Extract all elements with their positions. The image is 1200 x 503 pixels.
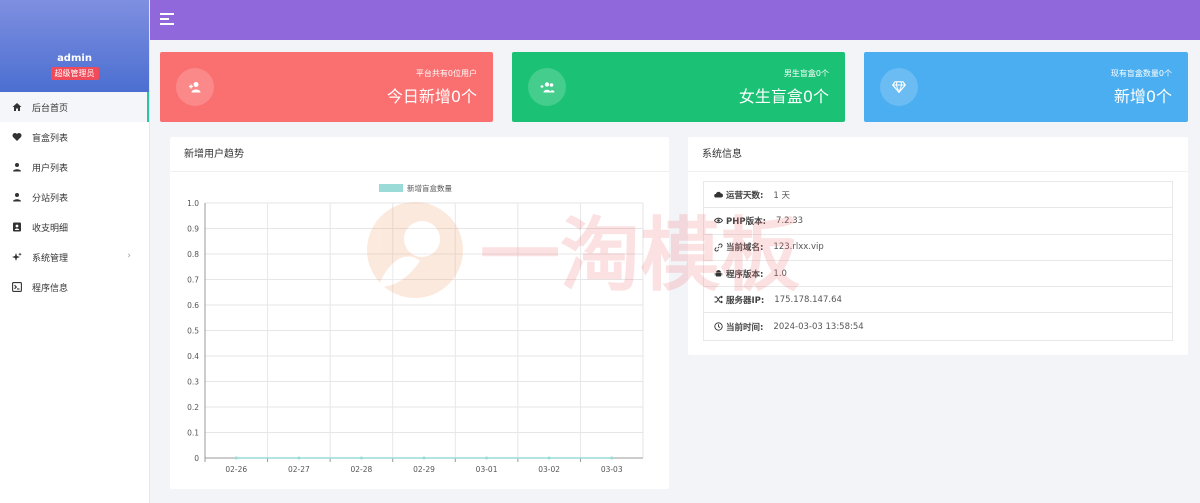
stat-card-caption: 男生盲盒0个 bbox=[783, 69, 829, 78]
info-value: 1.0 bbox=[773, 268, 787, 279]
sidebar-item-label: 用户列表 bbox=[32, 163, 69, 174]
info-label: 程序版本: bbox=[726, 269, 764, 280]
system-info-panel: 系统信息 运营天数: 1 天 PHP版本: 7.2.33 当前域名: 123.r… bbox=[688, 137, 1188, 355]
user-trend-panel: 新增用户趋势 0 0.1 0.2 0.3 0.4 0.5 0.6 0.7 0.8 0.9 1.0 02… bbox=[170, 137, 669, 489]
x-tick-label: 03-02 bbox=[538, 465, 560, 474]
info-value: 2024-03-03 13:58:54 bbox=[773, 321, 864, 332]
info-row-php-version: PHP版本: 7.2.33 bbox=[704, 208, 1172, 235]
hamburger-icon[interactable] bbox=[160, 13, 174, 25]
sidebar-item-label: 分站列表 bbox=[32, 193, 69, 204]
series-point bbox=[485, 456, 489, 460]
contact-card-icon bbox=[12, 222, 22, 232]
stat-card-new-users: 平台共有0位用户 今日新增0个 bbox=[160, 52, 493, 122]
system-info-table: 运营天数: 1 天 PHP版本: 7.2.33 当前域名: 123.rlxx.v… bbox=[703, 181, 1173, 341]
stat-card-caption: 平台共有0位用户 bbox=[415, 69, 477, 78]
y-tick-label: 0.4 bbox=[187, 352, 199, 361]
info-row-program-version: 程序版本: 1.0 bbox=[704, 261, 1172, 288]
series-point bbox=[610, 456, 614, 460]
sidebar-item-label: 后台首页 bbox=[32, 103, 69, 114]
y-tick-label: 0.8 bbox=[187, 250, 199, 259]
stat-card-blindbox-gender: 男生盲盒0个 女生盲盒0个 bbox=[512, 52, 845, 122]
sidebar-item-system-management[interactable]: 系统管理 › bbox=[0, 242, 149, 272]
series-point bbox=[297, 456, 301, 460]
y-tick-label: 0.1 bbox=[187, 429, 199, 438]
y-tick-label: 0.2 bbox=[187, 403, 199, 412]
info-row-server-ip: 服务器IP: 175.178.147.64 bbox=[704, 287, 1172, 314]
panel-title: 系统信息 bbox=[688, 137, 1188, 172]
series-point bbox=[547, 456, 551, 460]
sidebar-item-program-info[interactable]: 程序信息 bbox=[0, 272, 149, 302]
sparkle-icon bbox=[12, 252, 22, 262]
stat-card-value: 女生盲盒0个 bbox=[738, 87, 829, 106]
info-value: 1 天 bbox=[773, 190, 791, 201]
heart-icon bbox=[12, 132, 22, 142]
diamond-icon bbox=[880, 68, 918, 106]
sidebar: admin 超级管理员 后台首页 盲盒列表 用户列表 分站列表 收支明细 系统管… bbox=[0, 0, 150, 503]
info-label: 当前时间: bbox=[726, 322, 764, 333]
info-value: 7.2.33 bbox=[775, 215, 804, 226]
series-point bbox=[359, 456, 363, 460]
chevron-right-icon: › bbox=[127, 251, 131, 261]
sidebar-item-label: 收支明细 bbox=[32, 223, 69, 234]
eye-icon bbox=[714, 216, 723, 225]
user-icon bbox=[12, 192, 22, 202]
terminal-icon bbox=[12, 282, 22, 292]
trend-chart: 0 0.1 0.2 0.3 0.4 0.5 0.6 0.7 0.8 0.9 1.0 02-26 02-2… bbox=[187, 183, 644, 474]
stat-card-caption: 现有盲盒数量0个 bbox=[1110, 69, 1172, 78]
x-tick-label: 02-29 bbox=[413, 465, 435, 474]
sidebar-item-label: 程序信息 bbox=[32, 283, 69, 294]
series-point bbox=[422, 456, 426, 460]
info-row-current-time: 当前时间: 2024-03-03 13:58:54 bbox=[704, 313, 1172, 339]
info-row-operating-days: 运营天数: 1 天 bbox=[704, 182, 1172, 209]
info-label: 运营天数: bbox=[726, 190, 764, 201]
sidebar-item-blindbox-list[interactable]: 盲盒列表 bbox=[0, 122, 149, 152]
info-value: 123.rlxx.vip bbox=[773, 242, 824, 253]
y-tick-label: 0.5 bbox=[187, 327, 199, 336]
x-tick-label: 02-28 bbox=[351, 465, 373, 474]
x-tick-label: 03-03 bbox=[601, 465, 623, 474]
y-tick-label: 0.6 bbox=[187, 301, 199, 310]
stat-card-value: 新增0个 bbox=[1113, 87, 1172, 106]
user-plus-icon bbox=[176, 68, 214, 106]
home-icon bbox=[12, 102, 22, 112]
role-badge: 超级管理员 bbox=[50, 67, 99, 80]
sidebar-item-label: 盲盒列表 bbox=[32, 133, 69, 144]
sidebar-item-transactions[interactable]: 收支明细 bbox=[0, 212, 149, 242]
stat-card-value: 今日新增0个 bbox=[386, 87, 477, 106]
sidebar-item-home[interactable]: 后台首页 bbox=[0, 92, 149, 122]
username: admin bbox=[57, 53, 92, 64]
y-tick-label: 0.9 bbox=[187, 225, 199, 234]
info-value: 175.178.147.64 bbox=[774, 294, 842, 305]
x-tick-label: 03-01 bbox=[476, 465, 498, 474]
sidebar-item-substation-list[interactable]: 分站列表 bbox=[0, 182, 149, 212]
android-icon bbox=[714, 269, 723, 278]
info-label: PHP版本: bbox=[726, 216, 766, 227]
info-label: 当前域名: bbox=[726, 243, 764, 254]
link-icon bbox=[714, 243, 723, 252]
x-tick-label: 02-26 bbox=[225, 465, 247, 474]
info-label: 服务器IP: bbox=[726, 295, 765, 306]
y-tick-label: 0.7 bbox=[187, 276, 199, 285]
sidebar-item-label: 系统管理 bbox=[32, 253, 69, 264]
sidebar-item-user-list[interactable]: 用户列表 bbox=[0, 152, 149, 182]
y-tick-label: 0.3 bbox=[187, 378, 199, 387]
sidebar-menu: 后台首页 盲盒列表 用户列表 分站列表 收支明细 系统管理 › 程序信息 bbox=[0, 92, 149, 302]
info-row-domain: 当前域名: 123.rlxx.vip bbox=[704, 235, 1172, 261]
x-tick-label: 02-27 bbox=[288, 465, 310, 474]
legend-swatch bbox=[379, 184, 403, 192]
top-header bbox=[150, 0, 1200, 40]
panel-title: 新增用户趋势 bbox=[170, 137, 669, 172]
legend-label: 新增盲盒数量 bbox=[407, 183, 452, 193]
users-plus-icon bbox=[528, 68, 566, 106]
clock-icon bbox=[714, 322, 723, 331]
series-point bbox=[234, 456, 238, 460]
user-profile: admin 超级管理员 bbox=[0, 0, 149, 92]
cloud-icon bbox=[714, 190, 723, 199]
y-tick-label: 0 bbox=[194, 454, 199, 463]
shuffle-icon bbox=[714, 295, 723, 304]
y-tick-label: 1.0 bbox=[187, 199, 199, 208]
user-icon bbox=[12, 162, 22, 172]
stat-card-blindbox-count: 现有盲盒数量0个 新增0个 bbox=[864, 52, 1188, 122]
